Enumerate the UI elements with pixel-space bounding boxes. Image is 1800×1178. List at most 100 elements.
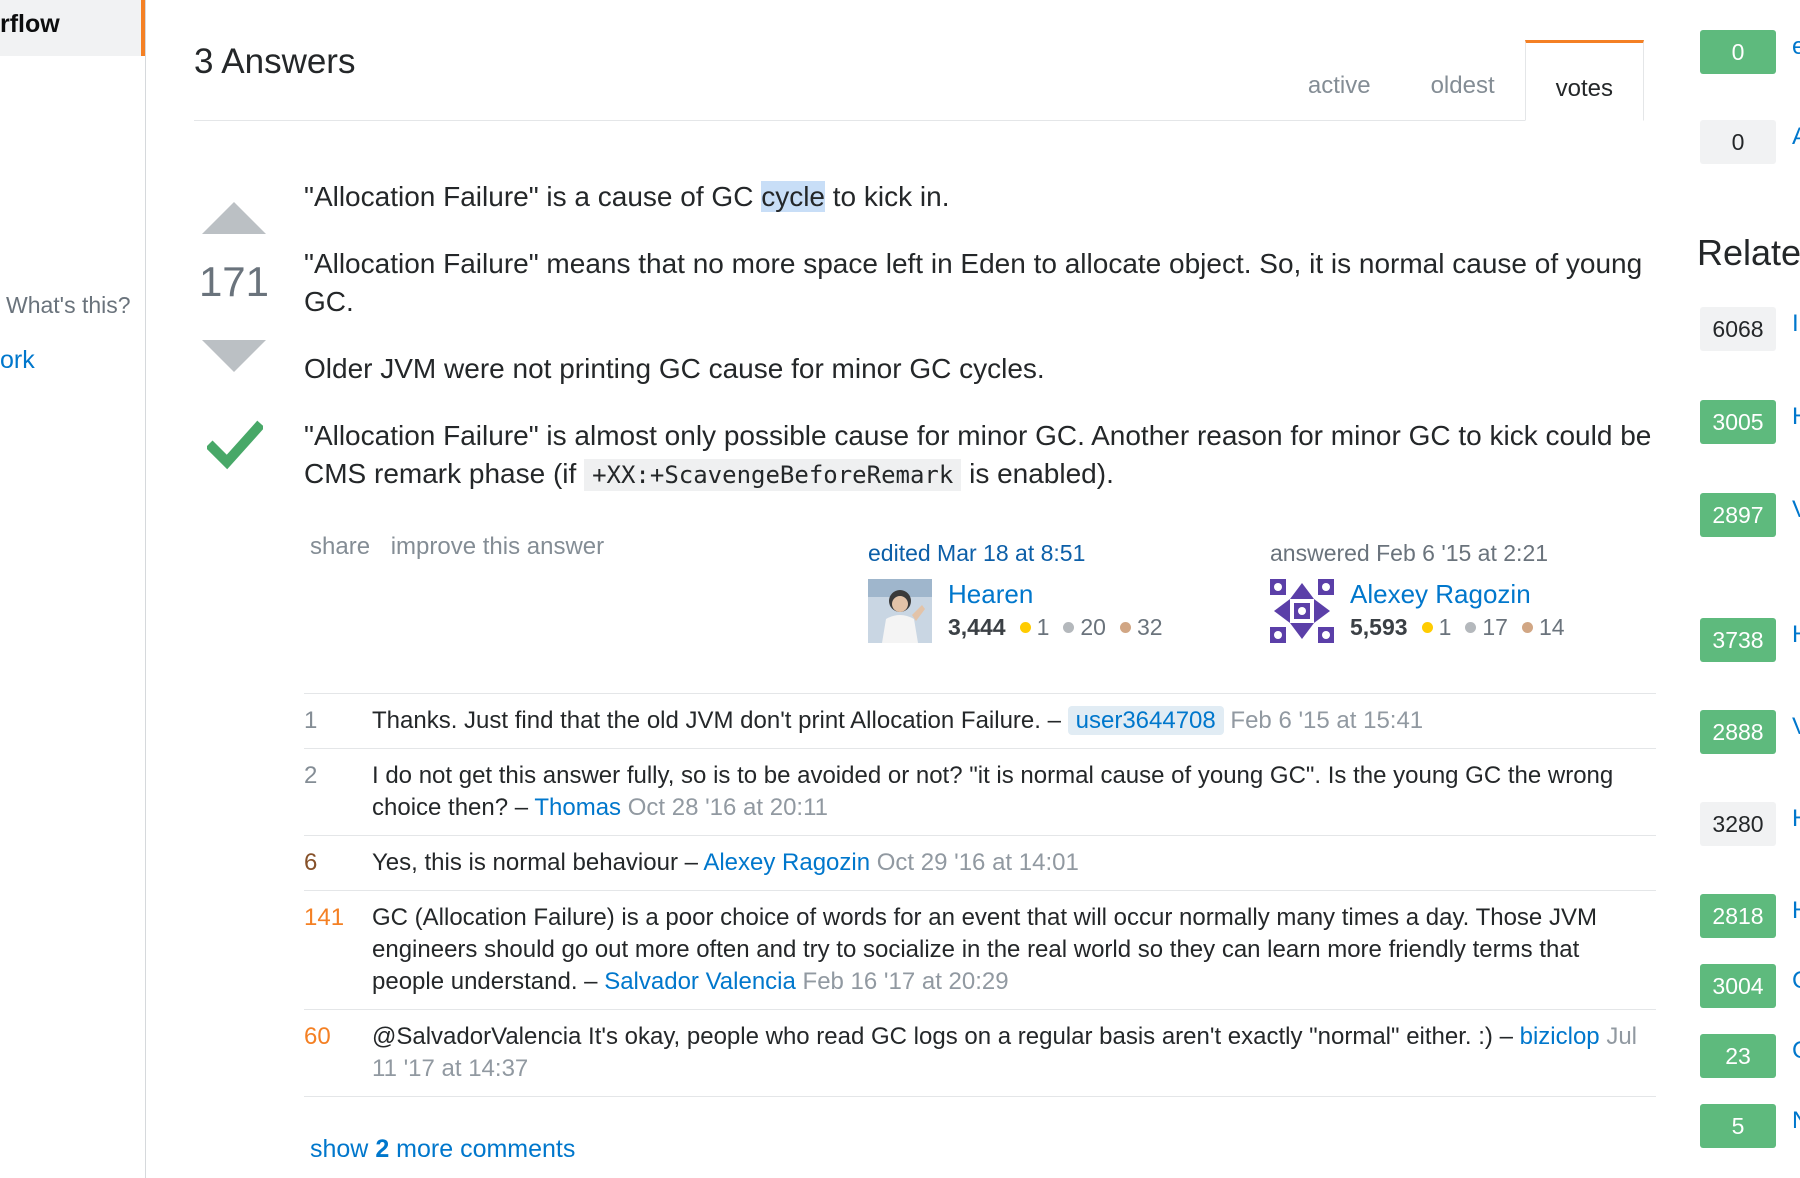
- related-question[interactable]: 23 C: [1700, 1034, 1800, 1078]
- edited-time-link[interactable]: edited Mar 18 at 8:51: [868, 540, 1228, 567]
- answer-paragraph: Older JVM were not printing GC cause for…: [304, 353, 1045, 384]
- answers-count: 3 Answers: [194, 42, 356, 81]
- sidebar-link[interactable]: ork: [0, 346, 35, 375]
- question-score-badge: 5: [1700, 1104, 1776, 1148]
- question-score-badge: 0: [1700, 120, 1776, 164]
- comment: 6 Yes, this is normal behaviour – Alexey…: [304, 836, 1656, 891]
- post-menu: share improve this answer: [310, 533, 618, 561]
- question-score-badge: 6068: [1700, 307, 1776, 351]
- show-more-comments-link[interactable]: show 2 more comments: [310, 1135, 575, 1164]
- question-score-badge: 3005: [1700, 400, 1776, 444]
- question-title-link[interactable]: e: [1792, 32, 1800, 62]
- answered-time-link[interactable]: answered Feb 6 '15 at 2:21: [1270, 540, 1650, 567]
- editor-signature: edited Mar 18 at 8:51 Hearen 3,444 1 20 32: [868, 540, 1228, 643]
- left-sidebar: rflow What's this? ork: [0, 0, 146, 1178]
- related-question[interactable]: 2888 V: [1700, 710, 1800, 754]
- question-title-link[interactable]: N: [1792, 1106, 1800, 1136]
- comment: 60 @SalvadorValencia It's okay, people w…: [304, 1010, 1656, 1097]
- comment-score: 60: [304, 1023, 331, 1050]
- vote-down-arrow-icon[interactable]: [202, 340, 266, 372]
- question-title-link[interactable]: A: [1792, 122, 1800, 152]
- avatar[interactable]: [868, 579, 932, 643]
- sidebar-item-stackoverflow[interactable]: rflow: [0, 0, 145, 56]
- comment-score: 2: [304, 762, 318, 789]
- comment-text: Yes, this is normal behaviour –: [372, 849, 704, 876]
- avatar[interactable]: [1270, 579, 1334, 643]
- question-score-badge: 2897: [1700, 493, 1776, 537]
- comment-date[interactable]: Feb 16 '17 at 20:29: [803, 968, 1009, 995]
- question-title-link[interactable]: I: [1792, 309, 1799, 339]
- question-title-link[interactable]: H: [1792, 402, 1800, 432]
- tab-oldest[interactable]: oldest: [1401, 40, 1525, 121]
- related-question[interactable]: 2897 V: [1700, 493, 1800, 537]
- related-question[interactable]: 5 N: [1700, 1104, 1800, 1148]
- question-score-badge: 0: [1700, 30, 1776, 74]
- share-link[interactable]: share: [310, 533, 370, 560]
- question-score-badge: 2818: [1700, 894, 1776, 938]
- linked-question[interactable]: 0 e: [1700, 30, 1800, 74]
- comment-user-link[interactable]: user3644708: [1067, 706, 1224, 735]
- answers-header: 3 Answers active oldest votes: [194, 36, 1644, 121]
- comment-date[interactable]: Oct 29 '16 at 14:01: [877, 849, 1079, 876]
- comment-text: @SalvadorValencia It's okay, people who …: [372, 1023, 1520, 1050]
- related-question[interactable]: 3280 H: [1700, 802, 1800, 846]
- gold-badge-icon: [1421, 622, 1433, 634]
- related-question[interactable]: 3004 C: [1700, 964, 1800, 1008]
- related-question[interactable]: 3738 H: [1700, 618, 1800, 662]
- comment-text: Thanks. Just find that the old JVM don't…: [372, 707, 1068, 734]
- comment-user-link[interactable]: Alexey Ragozin: [703, 849, 870, 876]
- comment-date[interactable]: Feb 6 '15 at 15:41: [1230, 707, 1423, 734]
- answer-paragraph: "Allocation Failure" is almost only poss…: [304, 420, 1652, 491]
- vote-count: 171: [198, 258, 270, 305]
- comment-score: 6: [304, 849, 318, 876]
- user-card: Alexey Ragozin 5,593 1 17 14: [1270, 579, 1650, 643]
- comment-user-link[interactable]: Thomas: [534, 794, 621, 821]
- comment-user-link[interactable]: biziclop: [1520, 1023, 1600, 1050]
- bronze-badge-icon: [1119, 622, 1131, 634]
- question-title-link[interactable]: H: [1792, 804, 1800, 834]
- question-score-badge: 3004: [1700, 964, 1776, 1008]
- improve-answer-link[interactable]: improve this answer: [391, 533, 604, 560]
- answer-body: "Allocation Failure" is a cause of GC cy…: [304, 178, 1656, 523]
- sort-tabs: active oldest votes: [1278, 40, 1644, 121]
- comment-user-link[interactable]: Salvador Valencia: [604, 968, 796, 995]
- silver-badge-icon: [1465, 622, 1477, 634]
- user-name-link[interactable]: Alexey Ragozin: [1350, 579, 1531, 610]
- linked-question[interactable]: 0 A: [1700, 120, 1800, 164]
- comment-score: 1: [304, 707, 318, 734]
- gold-badge-icon: [1019, 622, 1031, 634]
- silver-badge-icon: [1063, 622, 1075, 634]
- related-question[interactable]: 3005 H: [1700, 400, 1800, 444]
- inline-code: +XX:+ScavengeBeforeRemark: [584, 459, 962, 491]
- comment-score: 141: [304, 904, 345, 931]
- question-title-link[interactable]: V: [1792, 712, 1800, 742]
- question-score-badge: 3738: [1700, 618, 1776, 662]
- question-title-link[interactable]: H: [1792, 620, 1800, 650]
- question-score-badge: 3280: [1700, 802, 1776, 846]
- answer-paragraph: "Allocation Failure" means that no more …: [304, 248, 1643, 317]
- related-heading: Relate: [1697, 232, 1800, 273]
- owner-signature: answered Feb 6 '15 at 2:21 Alexey Ragozi…: [1270, 540, 1650, 643]
- user-reputation: 3,444 1 20 32: [948, 614, 1163, 640]
- tab-active[interactable]: active: [1278, 40, 1401, 121]
- comment-date[interactable]: Oct 28 '16 at 20:11: [628, 794, 828, 821]
- reputation-score: 3,444: [948, 614, 1006, 640]
- question-title-link[interactable]: C: [1792, 1036, 1800, 1066]
- sidebar-item-label: rflow: [0, 10, 60, 38]
- whats-this-link[interactable]: What's this?: [6, 292, 131, 319]
- answer-paragraph: "Allocation Failure" is a cause of GC cy…: [304, 181, 950, 212]
- question-score-badge: 23: [1700, 1034, 1776, 1078]
- related-question[interactable]: 6068 I: [1700, 307, 1800, 351]
- reputation-score: 5,593: [1350, 614, 1408, 640]
- question-title-link[interactable]: C: [1792, 966, 1800, 996]
- question-title-link[interactable]: H: [1792, 896, 1800, 926]
- question-title-link[interactable]: V: [1792, 495, 1800, 525]
- user-reputation: 5,593 1 17 14: [1350, 614, 1565, 640]
- related-question[interactable]: 2818 H: [1700, 894, 1800, 938]
- selected-text: cycle: [761, 181, 825, 212]
- vote-up-arrow-icon[interactable]: [202, 202, 266, 234]
- user-name-link[interactable]: Hearen: [948, 579, 1033, 610]
- tab-votes[interactable]: votes: [1524, 40, 1644, 121]
- comment: 1 Thanks. Just find that the old JVM don…: [304, 694, 1656, 749]
- comment: 2 I do not get this answer fully, so is …: [304, 749, 1656, 836]
